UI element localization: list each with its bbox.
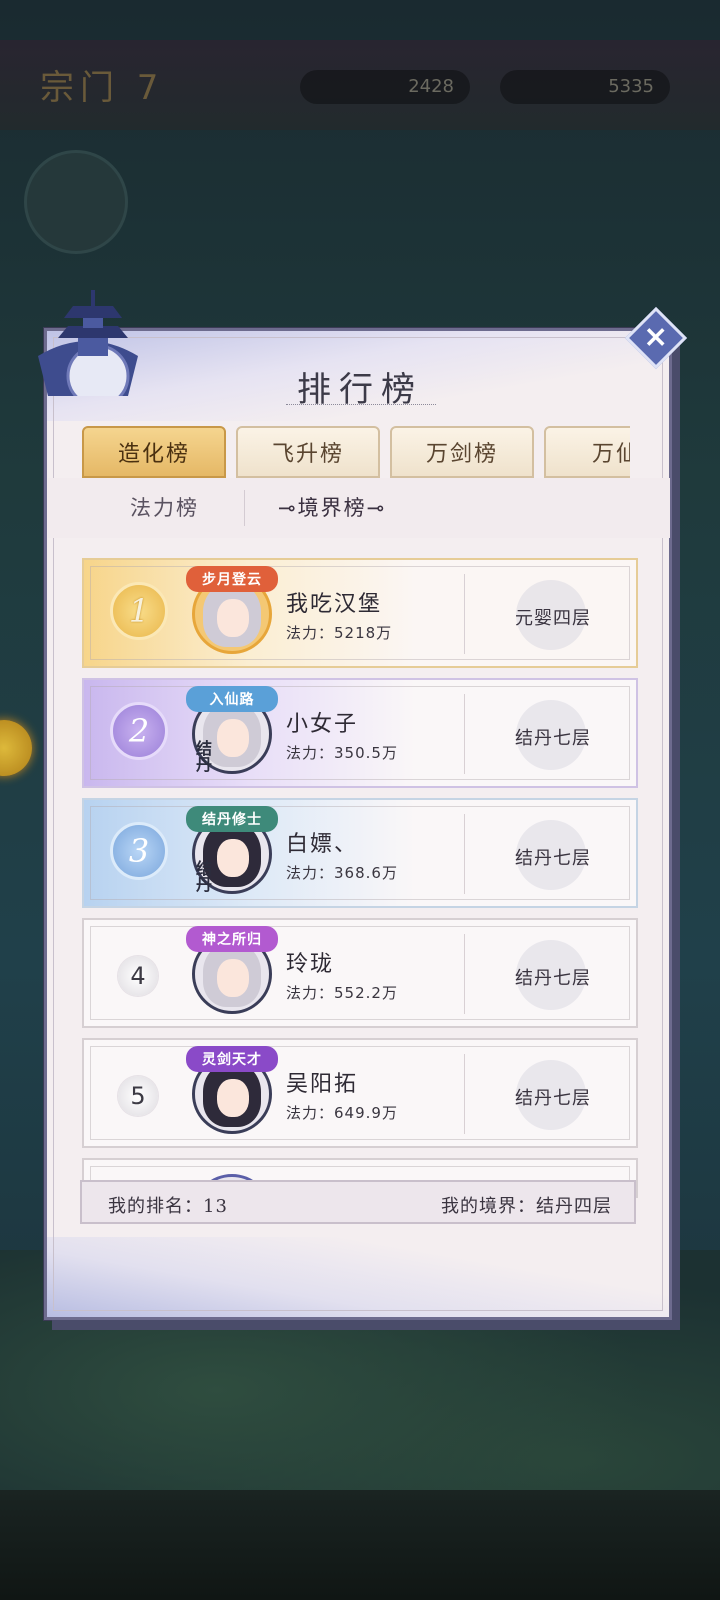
player-realm: 结丹七层 xyxy=(515,968,591,989)
subtab-fali[interactable]: 法力榜 xyxy=(130,492,199,522)
tab-wanjian[interactable]: 万剑榜 xyxy=(390,426,534,478)
player-name: 我吃汉堡 xyxy=(286,592,383,617)
sun-icon xyxy=(0,720,32,776)
player-title-badge: 入仙路 xyxy=(186,686,278,712)
player-realm: 结丹七层 xyxy=(515,1088,591,1109)
row-divider xyxy=(464,574,465,654)
player-power: 法力：5218万 xyxy=(286,624,393,642)
player-realm: 结丹七层 xyxy=(515,728,591,749)
player-power: 法力：552.2万 xyxy=(286,984,398,1002)
game-bottom-bar xyxy=(0,1490,720,1600)
rank-number: 4 xyxy=(118,956,158,996)
my-rank: 我的排名：13 xyxy=(108,1196,228,1217)
row-divider xyxy=(464,1054,465,1134)
ranking-list: 1 步月登云 我吃汉堡 法力：5218万 元婴四层 2 入仙路 结丹 小女子 法… xyxy=(82,558,638,1198)
row-divider xyxy=(464,934,465,1014)
ranking-row[interactable]: 4 神之所归 玲珑 法力：552.2万 结丹七层 xyxy=(82,918,638,1028)
tab-wanxian[interactable]: 万仙 xyxy=(544,426,630,478)
row-divider xyxy=(464,814,465,894)
realm-stamp: 结丹 xyxy=(193,740,212,772)
sect-title: 宗门 7 xyxy=(40,68,165,108)
ranking-row[interactable]: 3 结丹修士 结丹 白嫖、 法力：368.6万 结丹七层 xyxy=(82,798,638,908)
my-rank-bar: 我的排名：13 我的境界：结丹四层 xyxy=(80,1180,636,1224)
rank-number: 5 xyxy=(118,1076,158,1116)
tab-zaohua[interactable]: 造化榜 xyxy=(82,426,226,478)
ranking-row[interactable]: 5 灵剑天才 吴阳拓 法力：649.9万 结丹七层 xyxy=(82,1038,638,1148)
row-divider xyxy=(464,694,465,774)
resource-counter-2: 5335 xyxy=(500,70,670,104)
rank-medal-bronze: 3 xyxy=(110,822,168,880)
player-realm: 元婴四层 xyxy=(515,608,591,629)
my-realm: 我的境界：结丹四层 xyxy=(441,1196,612,1217)
player-title-badge: 灵剑天才 xyxy=(186,1046,278,1072)
bg-avatar-badge xyxy=(24,150,128,254)
player-title-badge: 神之所归 xyxy=(186,926,278,952)
rank-medal-silver: 2 xyxy=(110,702,168,760)
ranking-tabs: 造化榜 飞升榜 万剑榜 万仙 xyxy=(82,426,630,478)
realm-stamp: 结丹 xyxy=(193,860,212,892)
subtab-divider xyxy=(244,490,245,526)
title-underline xyxy=(286,404,436,406)
player-title-badge: 结丹修士 xyxy=(186,806,278,832)
rank-medal-gold: 1 xyxy=(110,582,168,640)
player-power: 法力：350.5万 xyxy=(286,744,398,762)
player-power: 法力：368.6万 xyxy=(286,864,398,882)
player-name: 小女子 xyxy=(286,712,359,737)
player-power: 法力：649.9万 xyxy=(286,1104,398,1122)
player-name: 吴阳拓 xyxy=(286,1072,359,1097)
panel-bottom-decoration xyxy=(47,1237,669,1317)
player-title-badge: 步月登云 xyxy=(186,566,278,592)
player-name: 白嫖、 xyxy=(286,832,359,857)
subtab-jingjie[interactable]: ⊸境界榜⊸ xyxy=(278,492,386,522)
tab-feisheng[interactable]: 飞升榜 xyxy=(236,426,380,478)
close-icon: × xyxy=(643,319,669,355)
ranking-row[interactable]: 1 步月登云 我吃汉堡 法力：5218万 元婴四层 xyxy=(82,558,638,668)
player-realm: 结丹七层 xyxy=(515,848,591,869)
player-name: 玲珑 xyxy=(286,952,335,977)
resource-counter-1: 2428 xyxy=(300,70,470,104)
ranking-row[interactable]: 2 入仙路 结丹 小女子 法力：350.5万 结丹七层 xyxy=(82,678,638,788)
